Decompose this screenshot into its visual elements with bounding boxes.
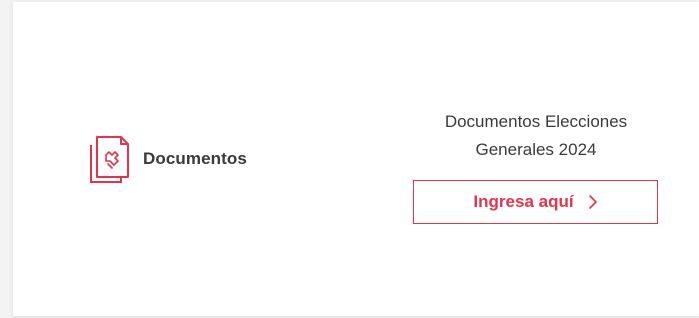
chevron-right-icon [588,195,597,209]
elections-headline-line2: Generales 2024 [475,140,597,159]
enter-here-label: Ingresa aquí [473,192,574,211]
documents-section: Documentos [87,133,247,185]
enter-here-button[interactable]: Ingresa aquí [413,180,658,224]
elections-section: Documentos Elecciones Generales 2024 [400,108,672,164]
document-hand-icon [90,136,129,183]
elections-headline-line1: Documentos Elecciones [444,112,628,131]
documents-label: Documentos [143,149,247,168]
